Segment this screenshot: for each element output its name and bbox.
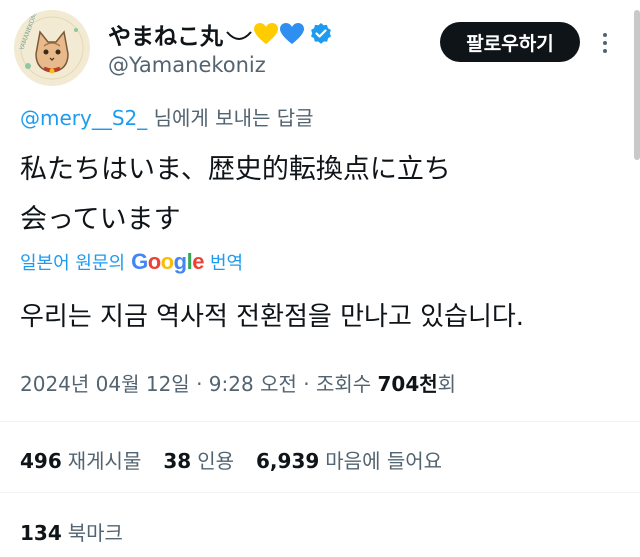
likes-label: 마음에 들어요 [325,449,443,473]
tweet-line: 会っています [20,204,181,235]
likes-stat[interactable]: 6,939 마음에 들어요 [256,445,442,474]
bookmarks-label: 북마크 [67,521,123,545]
tweet-meta: 2024년 04월 12일 · 9:28 오전 · 조회수 704천회 [20,368,456,397]
reply-suffix: 님에게 보내는 답글 [147,106,314,130]
retweets-label: 재게시물 [67,449,142,473]
author-name-row[interactable]: やまねこ丸 [108,17,333,51]
tweet-date[interactable]: 2024년 04월 12일 [20,372,190,396]
blue-heart-icon [280,23,304,44]
quotes-stat[interactable]: 38 인용 [163,445,234,474]
retweets-count: 496 [20,449,62,473]
retweets-stat[interactable]: 496 재게시물 [20,445,141,474]
translation-suffix: 번역 [209,253,244,274]
author-handle[interactable]: @Yamanekoniz [108,53,266,77]
verified-badge-icon[interactable] [309,22,333,46]
reply-mention-link[interactable]: @mery__S2_ [20,106,147,130]
tilde-swoosh-icon [226,31,252,40]
meta-separator: · [196,372,209,396]
views-count: 704천 [377,372,438,396]
follow-button[interactable]: 팔로우하기 [440,22,580,62]
cat-avatar-icon: YAMANEKOMARU [14,10,90,86]
author-display-name[interactable]: やまねこ丸 [108,17,223,51]
yellow-heart-icon [254,23,278,44]
views-label: 조회수 [315,372,372,396]
reply-context: @mery__S2_ 님에게 보내는 답글 [20,102,314,131]
avatar[interactable]: YAMANEKOMARU [14,10,90,86]
tweet-time[interactable]: 9:28 오전 [209,372,297,396]
divider [0,421,640,422]
scrollbar[interactable] [634,10,640,160]
views-suffix: 회 [437,372,457,396]
meta-separator: · [303,372,316,396]
tweet-line: 私たちはいま、歴史的転換点に立ち [20,154,451,185]
google-logo-icon: Google [131,249,204,274]
engagement-stats: 496 재게시물 38 인용 6,939 마음에 들어요 [20,445,464,474]
more-options-icon[interactable] [598,30,612,56]
name-emoji-group [225,22,305,46]
divider [0,492,640,493]
likes-count: 6,939 [256,449,320,473]
translation-attribution[interactable]: 일본어 원문의 Google 번역 [20,249,243,275]
translation-prefix: 일본어 원문의 [20,253,126,274]
bookmarks-stat[interactable]: 134 북마크 [20,517,123,546]
translated-text: 우리는 지금 역사적 전환점을 만나고 있습니다. [20,302,525,332]
quotes-label: 인용 [197,449,235,473]
bookmarks-count: 134 [20,521,62,545]
tweet-text: 私たちはいま、歴史的転換点に立ち 会っています [20,145,451,245]
quotes-count: 38 [163,449,192,473]
